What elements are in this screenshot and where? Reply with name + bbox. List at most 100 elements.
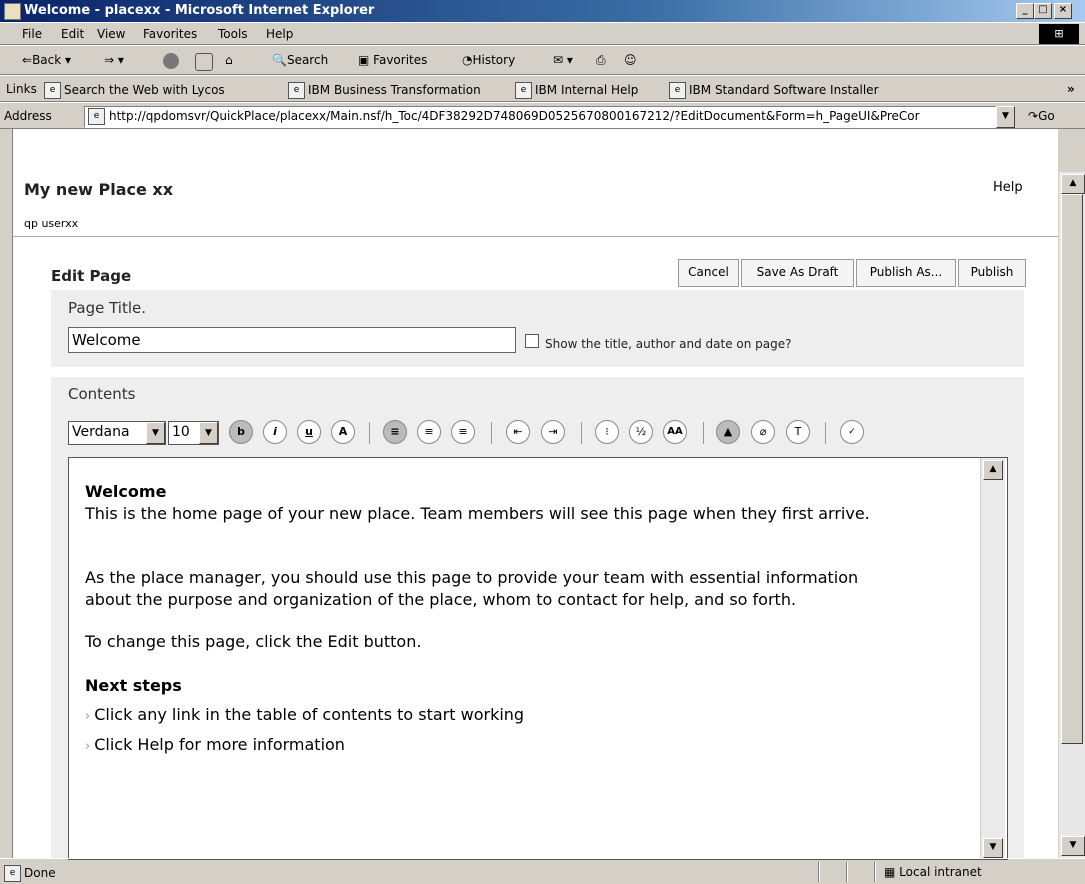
address-bar: Address e http://qpdomsvr/QuickPlace/pla… — [0, 102, 1085, 129]
links-bar: Links e Search the Web with Lycos e IBM Bu… — [0, 75, 1085, 102]
link-ibm-business[interactable]: e IBM Business Transformation — [288, 82, 481, 99]
page-scrollbar[interactable]: ▲ ▼ — [1059, 172, 1085, 858]
text-color-icon[interactable]: A — [331, 420, 355, 444]
toolbar-separator — [825, 422, 826, 444]
outdent-icon[interactable]: ⇤ — [506, 420, 530, 444]
scroll-up-icon[interactable]: ▲ — [983, 460, 1003, 480]
list-item: › Click any link in the table of contents… — [85, 705, 525, 724]
font-size-icon[interactable]: AA — [663, 420, 687, 444]
align-left-icon[interactable]: ≡ — [383, 420, 407, 444]
ie-link-icon: e — [288, 82, 305, 99]
cancel-button[interactable]: Cancel — [678, 259, 739, 287]
toolbar-separator — [491, 422, 492, 444]
editor-paragraph: As the place manager, you should use thi… — [85, 568, 859, 587]
spell-check-icon[interactable]: ✓ — [840, 420, 864, 444]
publish-as-button[interactable]: Publish As... — [856, 259, 956, 287]
ie-page-icon — [4, 3, 21, 20]
window-title-bar[interactable]: Welcome - placexx - Microsoft Internet E… — [0, 0, 1085, 22]
address-label: Address — [4, 109, 52, 123]
bold-icon[interactable]: b — [229, 420, 253, 444]
messenger-button[interactable]: ☺ — [624, 53, 637, 67]
scroll-thumb[interactable] — [1061, 194, 1083, 744]
go-arrow-icon: ↷ — [1028, 109, 1039, 123]
edit-page-heading: Edit Page — [51, 267, 132, 285]
scroll-down-icon[interactable]: ▼ — [983, 838, 1003, 858]
editor-heading: Welcome — [85, 482, 167, 501]
favorites-button[interactable]: ▣ Favorites — [358, 53, 427, 67]
link-lycos[interactable]: e Search the Web with Lycos — [44, 82, 225, 99]
status-text: e Done — [4, 865, 56, 882]
menu-help[interactable]: Help — [266, 27, 293, 41]
mail-button[interactable]: ✉ ▾ — [553, 53, 573, 67]
ie-page-icon: e — [88, 108, 105, 125]
insert-image-icon[interactable]: ▲ — [716, 420, 740, 444]
editor-paragraph: about the purpose and organization of th… — [85, 590, 797, 609]
save-as-draft-button[interactable]: Save As Draft — [741, 259, 854, 287]
align-center-icon[interactable]: ≡ — [417, 420, 441, 444]
list-item: › Click Help for more information — [85, 735, 345, 754]
publish-button[interactable]: Publish — [958, 259, 1026, 287]
menu-bar: File Edit View Favorites Tools Help ⊞ — [0, 22, 1085, 45]
chevron-right-icon: › — [85, 709, 91, 724]
links-label: Links — [6, 82, 37, 96]
contents-label: Contents — [68, 385, 136, 403]
stop-button[interactable] — [163, 53, 179, 69]
menu-edit[interactable]: Edit — [61, 27, 84, 41]
window-title: Welcome - placexx - Microsoft Internet E… — [24, 3, 375, 18]
home-icon: ⌂ — [225, 53, 233, 67]
go-button[interactable]: ↷Go — [1028, 109, 1055, 123]
scroll-down-icon[interactable]: ▼ — [1061, 836, 1085, 856]
menu-tools[interactable]: Tools — [218, 27, 248, 41]
history-button[interactable]: ◔History — [462, 53, 515, 67]
editor-scrollbar[interactable]: ▲ ▼ — [980, 458, 1005, 858]
address-input[interactable]: e http://qpdomsvr/QuickPlace/placexx/Mai… — [84, 106, 998, 128]
ie-link-icon: e — [44, 82, 61, 99]
links-more-chevron-icon[interactable]: » — [1067, 82, 1075, 96]
editor-paragraph: To change this page, click the Edit butt… — [85, 632, 422, 651]
bullet-list-icon[interactable]: ⁝ — [595, 420, 619, 444]
address-dropdown-button[interactable]: ▼ — [996, 106, 1015, 128]
search-button[interactable]: 🔍Search — [272, 53, 328, 67]
menu-favorites[interactable]: Favorites — [143, 27, 197, 41]
toolbar-separator — [703, 422, 704, 444]
intranet-icon: ▦ — [884, 865, 896, 879]
search-icon: 🔍 — [272, 53, 287, 67]
show-title-checkbox[interactable] — [525, 334, 539, 348]
indent-icon[interactable]: ⇥ — [541, 420, 565, 444]
underline-icon[interactable]: u — [297, 420, 321, 444]
forward-button[interactable]: ⇒ ▾ — [104, 53, 124, 67]
home-button[interactable]: ⌂ — [225, 53, 233, 67]
maximize-button[interactable]: □ — [1034, 3, 1052, 19]
back-button[interactable]: ⇐Back ▾ — [22, 53, 71, 67]
minimize-button[interactable]: _ — [1016, 3, 1034, 19]
security-zone: ▦ Local intranet — [884, 865, 982, 879]
close-button[interactable]: × — [1054, 3, 1072, 19]
mail-icon: ✉ — [553, 53, 564, 67]
menu-file[interactable]: File — [22, 27, 42, 41]
print-button[interactable]: ⎙ — [596, 53, 606, 68]
toolbar-separator — [369, 422, 370, 444]
page-title-input[interactable]: Welcome — [68, 327, 516, 353]
chevron-down-icon[interactable]: ▼ — [199, 422, 218, 444]
numbered-list-icon[interactable]: ½ — [629, 420, 653, 444]
link-ibm-installer[interactable]: e IBM Standard Software Installer — [669, 82, 879, 99]
status-separator — [874, 862, 876, 882]
menu-view[interactable]: View — [97, 27, 125, 41]
scroll-up-icon[interactable]: ▲ — [1061, 174, 1085, 194]
windows-logo-icon: ⊞ — [1039, 24, 1079, 44]
user-name: qp userxx — [24, 217, 79, 230]
refresh-button[interactable] — [195, 53, 213, 71]
insert-table-icon[interactable]: T — [786, 420, 810, 444]
stop-icon — [163, 53, 179, 69]
italic-icon[interactable]: i — [263, 420, 287, 444]
print-icon: ⎙ — [596, 53, 606, 67]
next-steps-heading: Next steps — [85, 676, 182, 695]
align-right-icon[interactable]: ≡ — [451, 420, 475, 444]
link-ibm-help[interactable]: e IBM Internal Help — [515, 82, 638, 99]
standard-toolbar: ⇐Back ▾ ⇒ ▾ ⌂ 🔍Search ▣ Favorites ◔Histo… — [0, 45, 1085, 75]
place-title: My new Place xx — [24, 180, 174, 199]
status-separator — [846, 862, 848, 882]
insert-link-icon[interactable]: ⌀ — [751, 420, 775, 444]
chevron-down-icon[interactable]: ▼ — [146, 422, 165, 444]
help-link[interactable]: Help — [993, 180, 1023, 195]
